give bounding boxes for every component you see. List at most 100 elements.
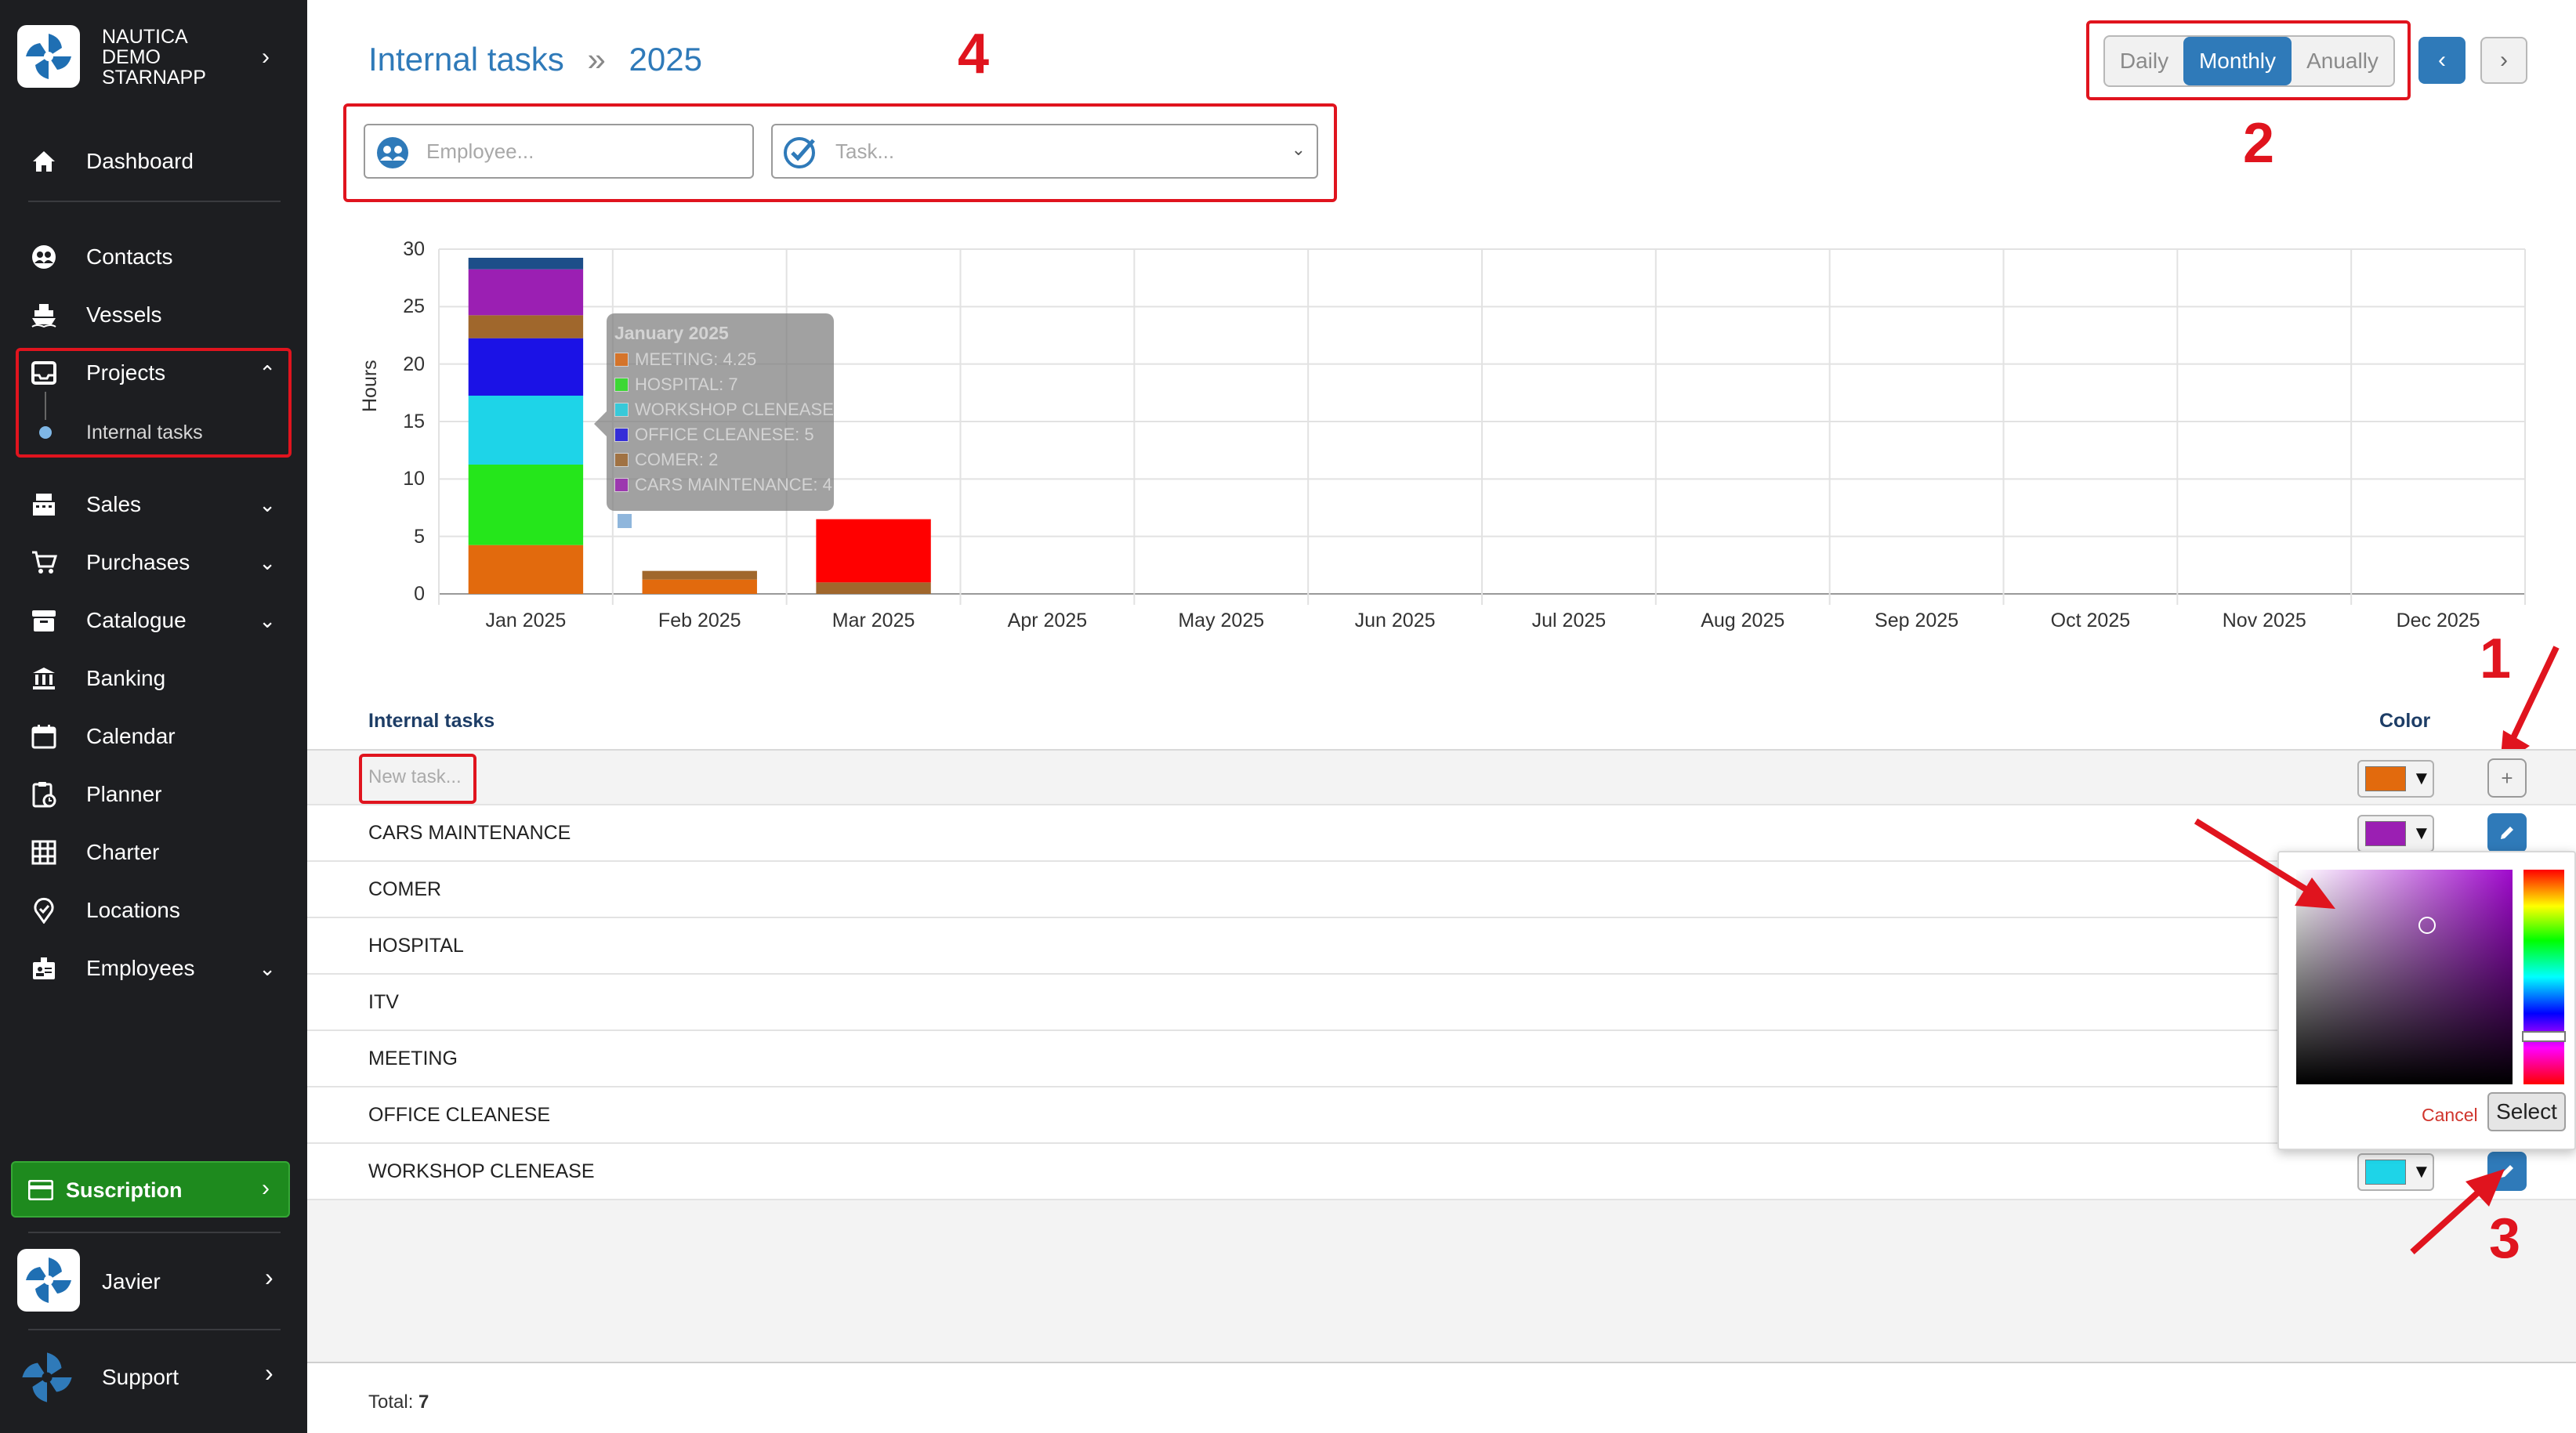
color-swatch: [2365, 821, 2406, 846]
sidebar-item-label: Banking: [86, 666, 166, 690]
support-label[interactable]: Support: [102, 1365, 179, 1390]
subscription-button[interactable]: Suscription ›: [11, 1161, 290, 1218]
pencil-icon: [2501, 827, 2513, 839]
tooltip-line-text: WORKSHOP CLENEASE: [635, 400, 834, 419]
task-name: WORKSHOP CLENEASE: [368, 1160, 595, 1182]
x-tick-label: Jul 2025: [1531, 610, 1607, 631]
color-swatch: [2365, 1160, 2406, 1185]
x-tick-label: May 2025: [1178, 610, 1265, 631]
bar-segment[interactable]: [468, 258, 584, 270]
sidebar-item-label: Locations: [86, 898, 180, 922]
tooltip-line: OFFICE CLEANESE: 5: [614, 425, 814, 445]
chart-tooltip: January 2025 MEETING: 4.25 HOSPITAL: 7 WOR…: [607, 313, 834, 511]
annotation-number-3: 3: [2489, 1207, 2521, 1270]
caret-down-icon: ▼: [2412, 768, 2431, 789]
support-icon[interactable]: [19, 1349, 75, 1409]
tooltip-line-text: OFFICE CLEANESE: 5: [635, 425, 814, 444]
user-avatar[interactable]: [17, 1249, 80, 1312]
user-name[interactable]: Javier: [102, 1269, 161, 1294]
tooltip-line-text: COMER: 2: [635, 450, 719, 469]
table-header-name: Internal tasks: [368, 710, 495, 732]
sidebar-item-locations[interactable]: Locations: [0, 887, 307, 934]
bar-segment[interactable]: [468, 315, 584, 338]
task-name: MEETING: [368, 1047, 458, 1069]
credit-card-icon: [27, 1179, 54, 1204]
grid-icon: [28, 837, 60, 868]
sidebar-item-calendar[interactable]: Calendar: [0, 713, 307, 760]
tooltip-swatch: [614, 428, 629, 442]
caret-down-icon: ▼: [2412, 823, 2431, 844]
task-name: CARS MAINTENANCE: [368, 821, 571, 844]
chevron-right-icon[interactable]: ›: [265, 1359, 274, 1388]
x-tick-label: Oct 2025: [2050, 610, 2131, 631]
select-button[interactable]: Select: [2487, 1092, 2566, 1131]
task-name: COMER: [368, 878, 442, 900]
task-row[interactable]: WORKSHOP CLENEASE ▼: [307, 1144, 2576, 1200]
tooltip-trailing-swatch: [618, 514, 632, 528]
chevron-right-icon: ›: [262, 1175, 270, 1201]
subscription-label: Suscription: [66, 1178, 183, 1202]
edit-task-button[interactable]: [2487, 813, 2527, 852]
table-footer-divider: [307, 1362, 2576, 1363]
task-row[interactable]: OFFICE CLEANESE: [307, 1087, 2576, 1144]
tooltip-line: CARS MAINTENANCE: 4: [614, 475, 832, 495]
task-name: HOSPITAL: [368, 934, 464, 957]
bar-segment[interactable]: [468, 396, 584, 465]
x-tick-label: Sep 2025: [1875, 610, 1959, 631]
x-tick-label: Jun 2025: [1354, 610, 1436, 631]
x-tick-label: Apr 2025: [1007, 610, 1088, 631]
sidebar-item-label: Calendar: [86, 724, 176, 748]
task-name: ITV: [368, 990, 399, 1013]
plus-icon: +: [2501, 765, 2513, 790]
color-selection-handle[interactable]: [2418, 917, 2436, 934]
total-value: 7: [418, 1391, 429, 1413]
sidebar-item-planner[interactable]: Planner: [0, 771, 307, 818]
add-task-button[interactable]: +: [2487, 758, 2527, 798]
sidebar-item-charter[interactable]: Charter: [0, 829, 307, 876]
sidebar-item-employees[interactable]: Employees ⌄: [0, 945, 307, 992]
annotation-arrow-picker: [2194, 818, 2335, 909]
location-icon: [28, 895, 60, 926]
chevron-right-icon[interactable]: ›: [265, 1263, 274, 1292]
bar-segment[interactable]: [816, 519, 931, 583]
bar-segment[interactable]: [642, 570, 757, 580]
x-tick-label: Jan 2025: [485, 610, 567, 631]
cancel-button[interactable]: Cancel: [2422, 1105, 2478, 1126]
task-row[interactable]: ITV: [307, 975, 2576, 1031]
sidebar-item-banking[interactable]: Banking: [0, 655, 307, 702]
table-empty-area: [307, 1200, 2576, 1362]
sidebar-item-label: Charter: [86, 840, 160, 864]
hue-slider[interactable]: [2523, 870, 2564, 1084]
task-row[interactable]: MEETING: [307, 1031, 2576, 1087]
starnapp-logo-icon: [26, 1257, 71, 1303]
x-tick-label: Feb 2025: [658, 610, 741, 631]
bank-icon: [28, 663, 60, 694]
annotation-box-new-task: [359, 754, 476, 804]
sidebar-item-label: Employees: [86, 956, 195, 980]
sidebar-divider: [28, 1329, 281, 1330]
sidebar-divider: [28, 1232, 281, 1233]
chevron-down-icon: ⌄: [259, 956, 276, 980]
planner-icon: [28, 779, 60, 810]
bar-segment[interactable]: [816, 582, 931, 594]
monthly-hours-chart: [438, 248, 2526, 605]
tooltip-swatch: [614, 403, 629, 417]
hue-slider-handle[interactable]: [2522, 1031, 2566, 1042]
x-tick-label: Dec 2025: [2396, 610, 2480, 631]
bar-segment[interactable]: [642, 579, 757, 594]
new-task-color-picker[interactable]: ▼: [2357, 760, 2434, 798]
total-count: Total: 7: [368, 1391, 429, 1413]
calendar-icon: [28, 721, 60, 752]
total-label: Total:: [368, 1391, 414, 1413]
bar-segment[interactable]: [468, 465, 584, 545]
bar-segment[interactable]: [468, 545, 584, 594]
tooltip-caret: [594, 411, 607, 436]
tooltip-title: January 2025: [614, 323, 729, 343]
tooltip-line: MEETING: 4.25: [614, 349, 756, 370]
task-color-picker[interactable]: ▼: [2357, 815, 2434, 852]
tooltip-line: HOSPITAL: 7: [614, 375, 738, 395]
bar-segment[interactable]: [468, 269, 584, 316]
bar-segment[interactable]: [468, 338, 584, 396]
color-swatch: [2365, 766, 2406, 791]
tooltip-line-text: CARS MAINTENANCE: 4: [635, 475, 832, 494]
